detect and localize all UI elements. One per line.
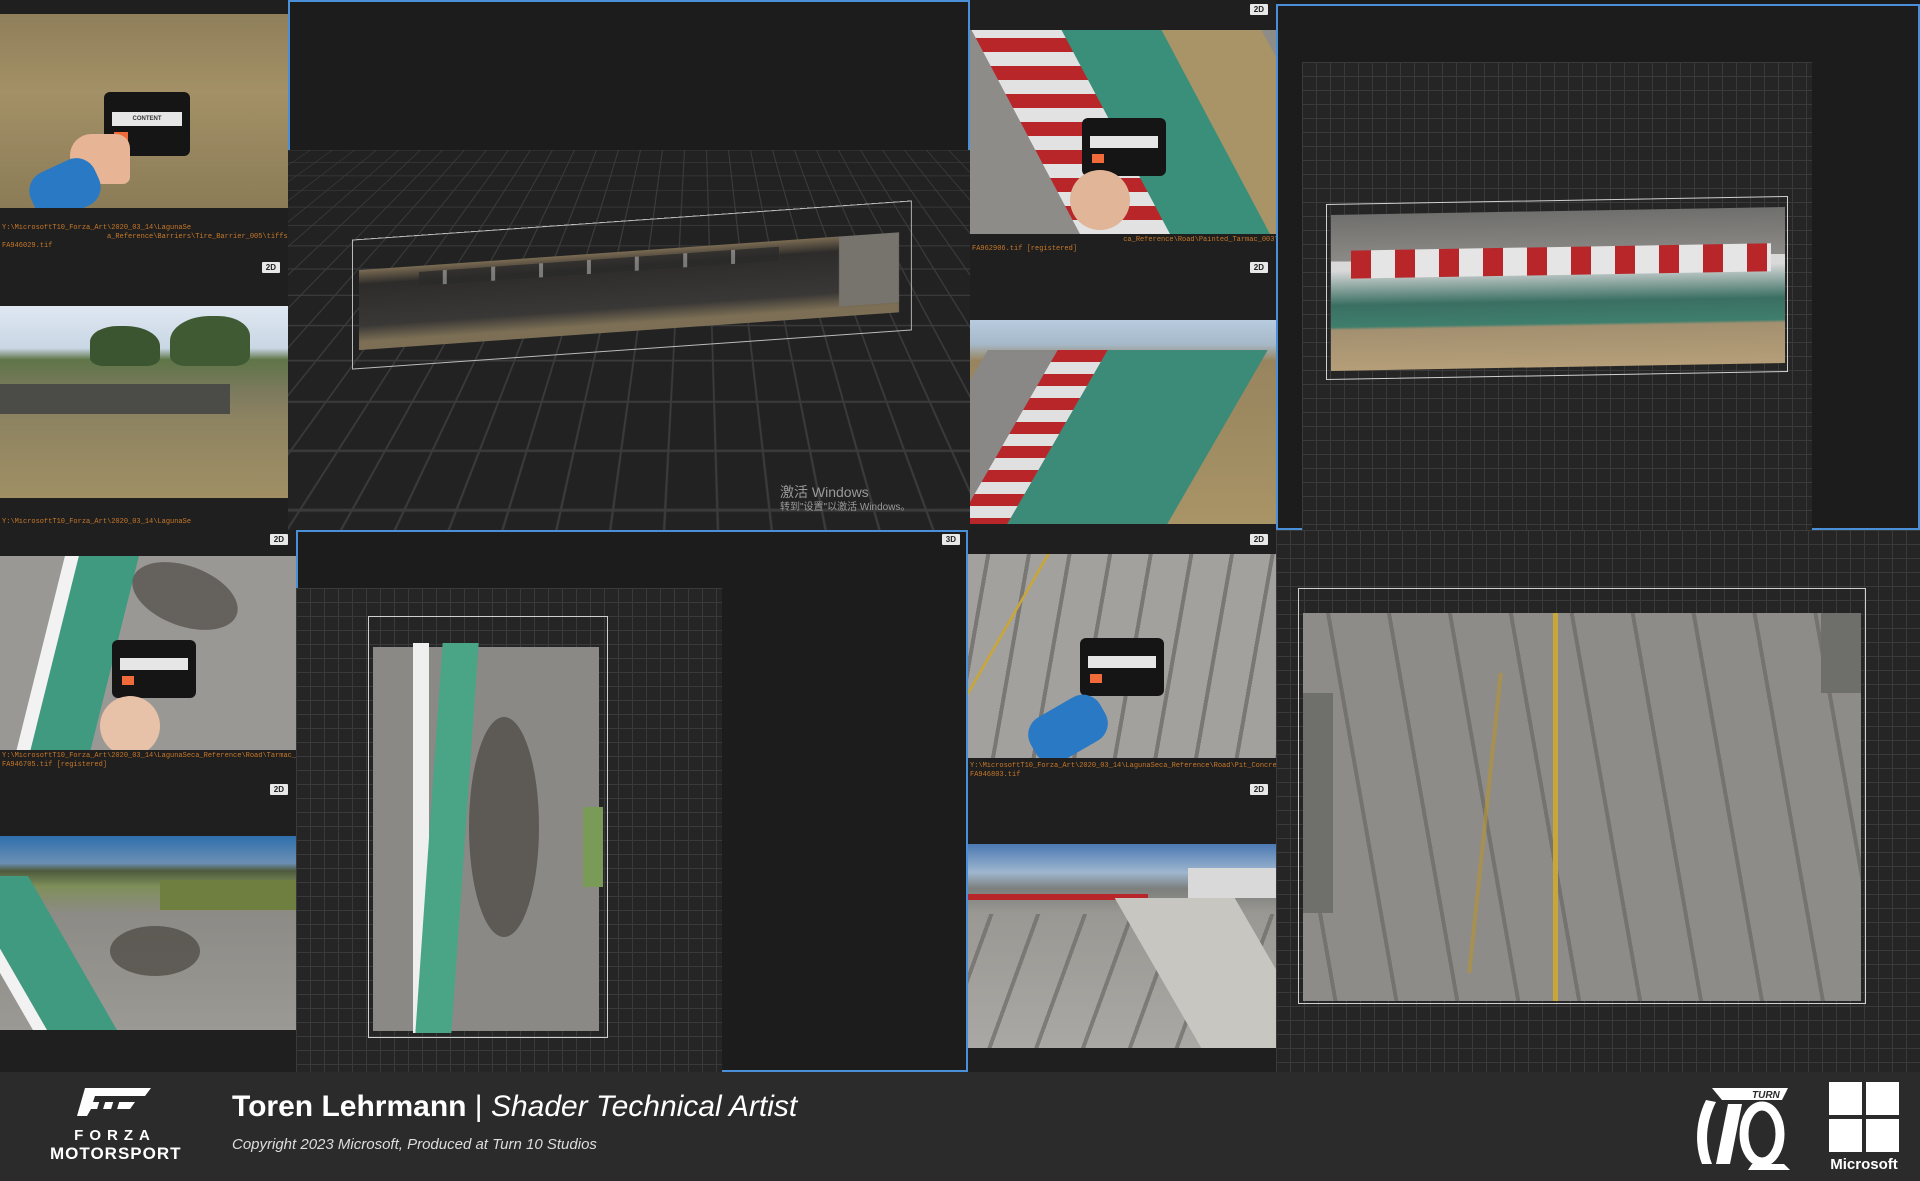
bounding-box[interactable]	[1326, 196, 1788, 380]
bounding-box[interactable]	[1298, 588, 1866, 1004]
file-path: Y:\MicrosoftT10_Forza_Art\2020_03_14\Lag…	[2, 752, 296, 770]
reference-photo-pit-lane[interactable]: 2D	[968, 780, 1276, 1072]
scan-mesh-curb	[1331, 207, 1785, 371]
file-path: Y:\MicrosoftT10_Forza_Art\2020_03_14\Lag…	[2, 224, 288, 251]
file-path: ca_Reference\Road\Painted_Tarmac_003\tif…	[972, 236, 1276, 254]
view-mode-badge[interactable]: 3D	[942, 534, 960, 545]
microsoft-word: Microsoft	[1824, 1156, 1904, 1173]
brand-sub: MOTORSPORT	[50, 1144, 180, 1164]
activation-watermark: 激活 Windows 转到"设置"以激活 Windows。	[780, 484, 910, 516]
scan-mesh-tarmac	[373, 647, 599, 1031]
watermark-line2: 转到"设置"以激活 Windows。	[780, 500, 910, 516]
view-mode-badge[interactable]: 2D	[1250, 4, 1268, 15]
turn10-icon: TURN	[1692, 1080, 1792, 1174]
photo-image: CONTENT	[0, 14, 288, 208]
card-label: CONTENT	[112, 112, 182, 126]
reference-photo-pit-concrete[interactable]: 2D Y:\MicrosoftT10_Forza_Art\2020_03_14\…	[968, 530, 1276, 780]
viewport-3d-tire-barrier[interactable]: 激活 Windows 转到"设置"以激活 Windows。	[288, 0, 970, 530]
view-mode-badge[interactable]: 2D	[262, 262, 280, 273]
title-separator: |	[466, 1090, 490, 1123]
viewport-3d-pit-concrete[interactable]	[1276, 530, 1920, 1072]
copyright-text: Copyright 2023 Microsoft, Produced at Tu…	[232, 1136, 597, 1153]
viewport-3d-tarmac[interactable]: 3D	[296, 530, 968, 1072]
viewport-workspace: CONTENT Y:\MicrosoftT10_Forza_Art\2020_0…	[0, 0, 1920, 1072]
watermark-line1: 激活 Windows	[780, 484, 910, 500]
file-path: Y:\MicrosoftT10_Forza_Art\2020_03_14\Lag…	[2, 518, 191, 527]
author-line: Toren Lehrmann | Shader Technical Artist	[232, 1090, 797, 1124]
forza-motorsport-logo: FORZA MOTORSPORT	[50, 1084, 180, 1172]
reference-photo-curb-straight[interactable]: 2D	[970, 258, 1276, 530]
photo-image	[0, 836, 296, 1030]
photo-image	[968, 844, 1276, 1048]
brand-word: FORZA	[50, 1127, 180, 1144]
reference-photo-track-curve[interactable]: 2D	[0, 780, 296, 1072]
photo-image	[0, 556, 296, 750]
reference-photo-painted-curb[interactable]: 2D ca_Reference\Road\Painted_Tarmac_003\…	[970, 0, 1276, 258]
photo-image	[968, 554, 1276, 758]
color-card	[1080, 638, 1164, 696]
turn10-logo: TURN	[1692, 1080, 1792, 1174]
view-mode-badge[interactable]: 2D	[1250, 534, 1268, 545]
view-mode-badge[interactable]: 2D	[1250, 262, 1268, 273]
viewport-3d-curb[interactable]	[1276, 4, 1920, 530]
file-path: Y:\MicrosoftT10_Forza_Art\2020_03_14\Lag…	[970, 762, 1276, 780]
forza-f-icon	[75, 1084, 155, 1118]
author-role: Shader Technical Artist	[491, 1090, 797, 1123]
scan-mesh-barrier	[359, 232, 899, 350]
reference-photo-tire-barrier[interactable]: CONTENT Y:\MicrosoftT10_Forza_Art\2020_0…	[0, 0, 288, 258]
color-card	[1082, 118, 1166, 176]
color-card	[112, 640, 196, 698]
microsoft-logo: Microsoft	[1824, 1082, 1904, 1174]
scan-mesh-concrete	[1303, 613, 1861, 1001]
photo-image	[970, 320, 1276, 524]
photo-image	[0, 306, 288, 498]
reference-photo-tarmac[interactable]: 2D Y:\MicrosoftT10_Forza_Art\2020_03_14\…	[0, 530, 296, 780]
view-mode-badge[interactable]: 2D	[270, 784, 288, 795]
bounding-box[interactable]	[368, 616, 608, 1038]
view-mode-badge[interactable]: 2D	[270, 534, 288, 545]
reference-photo-roadside[interactable]: 2D Y:\MicrosoftT10_Forza_Art\2020_03_14\…	[0, 258, 288, 530]
photo-image	[970, 30, 1276, 234]
microsoft-windows-icon	[1829, 1082, 1899, 1152]
author-name: Toren Lehrmann	[232, 1090, 466, 1123]
turn-word: TURN	[1752, 1090, 1781, 1101]
credits-footer: FORZA MOTORSPORT Toren Lehrmann | Shader…	[0, 1072, 1920, 1181]
view-mode-badge[interactable]: 2D	[1250, 784, 1268, 795]
